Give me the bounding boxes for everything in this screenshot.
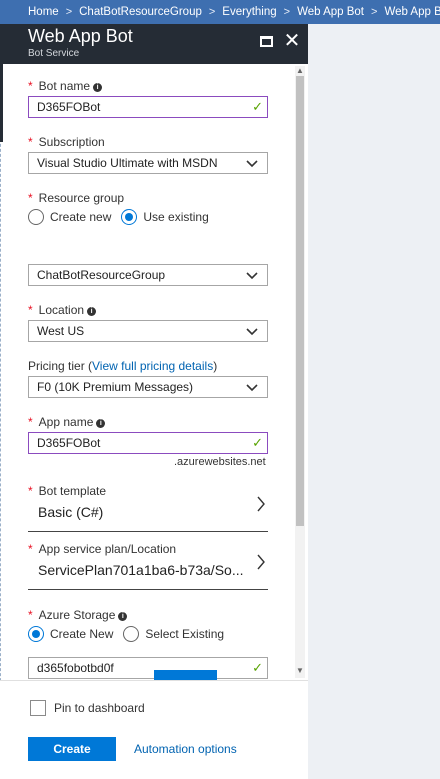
create-button[interactable]: Create (28, 737, 116, 761)
background-pane (308, 24, 440, 779)
app-service-plan-label: App service plan/Location (38, 542, 177, 556)
breadcrumb-web-app-bot[interactable]: Web App Bot (297, 6, 364, 18)
chevron-down-icon (246, 384, 258, 392)
breadcrumb-current: Web App Bot (384, 6, 440, 18)
scroll-down-arrow-icon[interactable]: ▼ (295, 666, 305, 678)
blade-title: Web App Bot (28, 26, 133, 46)
chevron-down-icon (246, 160, 258, 168)
close-icon: ✕ (283, 30, 301, 52)
maximize-icon (259, 35, 273, 47)
chevron-right-icon (257, 496, 265, 512)
info-icon[interactable]: i (96, 419, 106, 428)
app-name-suffix: .azurewebsites.net (174, 456, 266, 468)
close-button[interactable]: ✕ (281, 30, 303, 52)
radio-select-existing-storage[interactable]: Select Existing (123, 626, 224, 642)
blade-subtitle: Bot Service (28, 48, 80, 59)
app-name-label: * App name i (28, 415, 106, 429)
breadcrumb-separator: > (208, 6, 216, 18)
bot-template-label: Bot template (38, 484, 107, 498)
create-blade: Web App Bot Bot Service ✕ * Bot name i D36… (0, 24, 308, 776)
bot-template-selector[interactable]: * Bot template Basic (C#) (28, 484, 268, 532)
radio-button[interactable] (28, 209, 44, 225)
subscription-label: * Subscription (28, 135, 105, 149)
radio-create-new[interactable]: Create new (28, 209, 111, 225)
breadcrumb: Home > ChatBotResourceGroup > Everything… (0, 0, 440, 24)
blade-header: Web App Bot Bot Service ✕ (0, 24, 308, 64)
partially-hidden-button[interactable] (154, 670, 217, 680)
form-scrollbar[interactable]: ▲ ▼ (295, 66, 305, 678)
view-pricing-link[interactable]: View full pricing details (92, 359, 213, 373)
azure-storage-radio-group: Create New Select Existing (28, 626, 234, 642)
resource-group-radio-group: Create new Use existing (28, 209, 219, 225)
blade-footer: Pin to dashboard Create Automation optio… (0, 680, 308, 776)
app-name-input[interactable]: D365FOBot ✓ (28, 432, 268, 454)
resource-group-label: * Resource group (28, 191, 125, 205)
blade-left-strip (0, 64, 3, 142)
automation-options-link[interactable]: Automation options (134, 742, 237, 756)
radio-button-selected[interactable] (121, 209, 138, 225)
pin-label: Pin to dashboard (54, 701, 145, 715)
checkmark-icon: ✓ (252, 99, 263, 114)
pin-to-dashboard[interactable]: Pin to dashboard (30, 700, 145, 716)
bot-template-value: Basic (C#) (38, 504, 104, 520)
radio-button[interactable] (123, 626, 140, 642)
breadcrumb-separator: > (65, 6, 73, 18)
pin-checkbox[interactable] (30, 700, 46, 716)
location-label: * Location i (28, 303, 97, 317)
resource-group-select[interactable]: ChatBotResourceGroup (28, 264, 268, 286)
pricing-tier-select[interactable]: F0 (10K Premium Messages) (28, 376, 268, 398)
azure-storage-label: * Azure Storage i (28, 608, 128, 622)
maximize-button[interactable] (255, 30, 277, 52)
subscription-select[interactable]: Visual Studio Ultimate with MSDN (28, 152, 268, 174)
radio-use-existing[interactable]: Use existing (121, 209, 209, 225)
info-icon[interactable]: i (118, 612, 128, 621)
pricing-tier-label: Pricing tier (View full pricing details) (28, 359, 218, 373)
checkmark-icon: ✓ (252, 435, 263, 450)
info-icon[interactable]: i (87, 307, 97, 316)
breadcrumb-home[interactable]: Home (28, 6, 59, 18)
blade-left-border (0, 64, 3, 776)
chevron-right-icon (257, 554, 265, 570)
breadcrumb-separator: > (371, 6, 378, 18)
azure-storage-input[interactable]: d365fobotbd0f ✓ (28, 657, 268, 679)
radio-button-selected[interactable] (28, 626, 44, 642)
scroll-thumb[interactable] (296, 76, 304, 526)
breadcrumb-separator: > (283, 6, 291, 18)
info-icon[interactable]: i (93, 83, 103, 92)
breadcrumb-resource-group[interactable]: ChatBotResourceGroup (79, 6, 202, 18)
breadcrumb-everything[interactable]: Everything (222, 6, 276, 18)
chevron-down-icon (246, 272, 258, 280)
bot-name-input[interactable]: D365FOBot ✓ (28, 96, 268, 118)
bot-name-label: * Bot name i (28, 79, 103, 93)
app-service-plan-selector[interactable]: * App service plan/Location ServicePlan70… (28, 542, 268, 590)
checkmark-icon: ✓ (252, 660, 263, 675)
chevron-down-icon (246, 328, 258, 336)
location-select[interactable]: West US (28, 320, 268, 342)
radio-create-new-storage[interactable]: Create New (28, 626, 113, 642)
app-service-plan-value: ServicePlan701a1ba6-b73a/So... (38, 562, 244, 578)
